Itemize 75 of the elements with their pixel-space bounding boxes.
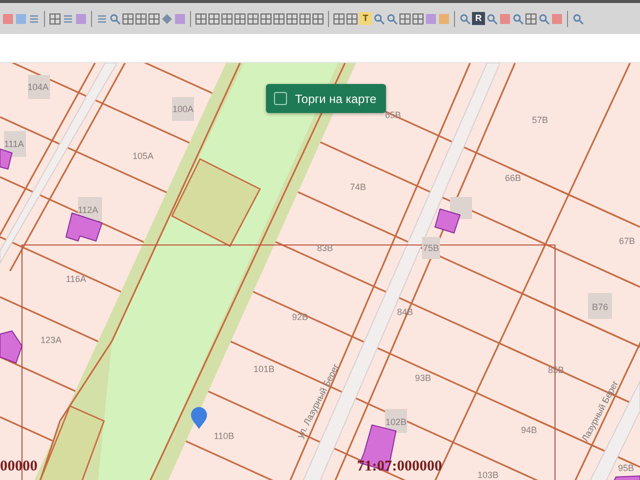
plot-number: 104А <box>27 82 49 92</box>
grid-icon[interactable] <box>247 12 259 24</box>
square-icon[interactable] <box>75 12 87 24</box>
building-footprint <box>172 97 194 121</box>
plot-number: 67В <box>619 236 635 246</box>
plot-number: 57В <box>532 115 548 125</box>
diamond-icon[interactable] <box>161 12 173 24</box>
building-footprint <box>422 237 440 259</box>
building-icon <box>65 212 103 242</box>
plot-number: 92В <box>292 312 308 322</box>
building-footprint <box>4 131 26 157</box>
map-pin-icon[interactable] <box>191 407 207 429</box>
building-icon <box>0 330 23 364</box>
plot-number: 102В <box>385 417 407 427</box>
grid-icon[interactable] <box>122 12 134 24</box>
square-icon[interactable] <box>551 12 563 24</box>
lines-icon[interactable] <box>96 12 108 24</box>
search-icon[interactable] <box>572 12 584 24</box>
plot-number: 93В <box>415 373 431 383</box>
building-icon <box>613 475 640 480</box>
letter-button[interactable]: T <box>359 12 372 25</box>
grid-icon[interactable] <box>148 12 160 24</box>
building-footprint <box>385 409 407 433</box>
search-icon[interactable] <box>459 12 471 24</box>
grid-icon[interactable] <box>525 12 537 24</box>
grid-icon[interactable] <box>333 12 345 24</box>
plot-number: 94В <box>521 425 537 435</box>
square-icon[interactable] <box>2 12 14 24</box>
plot-number: 112А <box>78 205 98 215</box>
plot-number: В76 <box>592 302 608 312</box>
plot-number: 110В <box>214 431 234 441</box>
building-footprint <box>28 75 50 99</box>
grid-icon[interactable] <box>299 12 311 24</box>
search-icon[interactable] <box>109 12 121 24</box>
grid-icon[interactable] <box>208 12 220 24</box>
plot-number: 111А <box>4 139 24 149</box>
plot-number: 75В <box>423 243 439 253</box>
plot-number: 100А <box>172 104 194 114</box>
grid-icon[interactable] <box>273 12 285 24</box>
building-icon <box>0 148 13 170</box>
search-icon[interactable] <box>386 12 398 24</box>
square-icon[interactable] <box>425 12 437 24</box>
lines-icon[interactable] <box>28 12 40 24</box>
plot-number: 103В <box>477 470 499 480</box>
building-footprint <box>588 293 612 319</box>
grid-icon[interactable] <box>312 12 324 24</box>
lines-icon[interactable] <box>62 12 74 24</box>
grid-icon[interactable] <box>346 12 358 24</box>
plot-number: 95В <box>618 463 634 473</box>
grid-icon[interactable] <box>195 12 207 24</box>
checkbox[interactable] <box>274 92 287 105</box>
plot-number: 116А <box>66 274 86 284</box>
plot-number: 66В <box>505 173 521 183</box>
plot-number: 83В <box>317 243 333 253</box>
search-icon[interactable] <box>538 12 550 24</box>
square-icon[interactable] <box>174 12 186 24</box>
search-icon[interactable] <box>486 12 498 24</box>
auction-toggle-button[interactable]: Торги на карте <box>266 84 386 113</box>
plot-number: 74В <box>350 182 366 192</box>
letter-button[interactable]: R <box>472 12 485 25</box>
square-icon[interactable] <box>499 12 511 24</box>
grid-icon[interactable] <box>412 12 424 24</box>
search-icon[interactable] <box>512 12 524 24</box>
grid-icon[interactable] <box>135 12 147 24</box>
building-icon <box>434 208 461 234</box>
grid-icon[interactable] <box>260 12 272 24</box>
grid-icon[interactable] <box>221 12 233 24</box>
grid-icon[interactable] <box>286 12 298 24</box>
plot-number: 105А <box>132 151 154 161</box>
grid-icon[interactable] <box>399 12 411 24</box>
plot-number: 101В <box>253 364 275 374</box>
grid-icon[interactable] <box>49 12 61 24</box>
plot-number: 123А <box>40 335 62 345</box>
grid-icon[interactable] <box>234 12 246 24</box>
search-icon[interactable] <box>373 12 385 24</box>
